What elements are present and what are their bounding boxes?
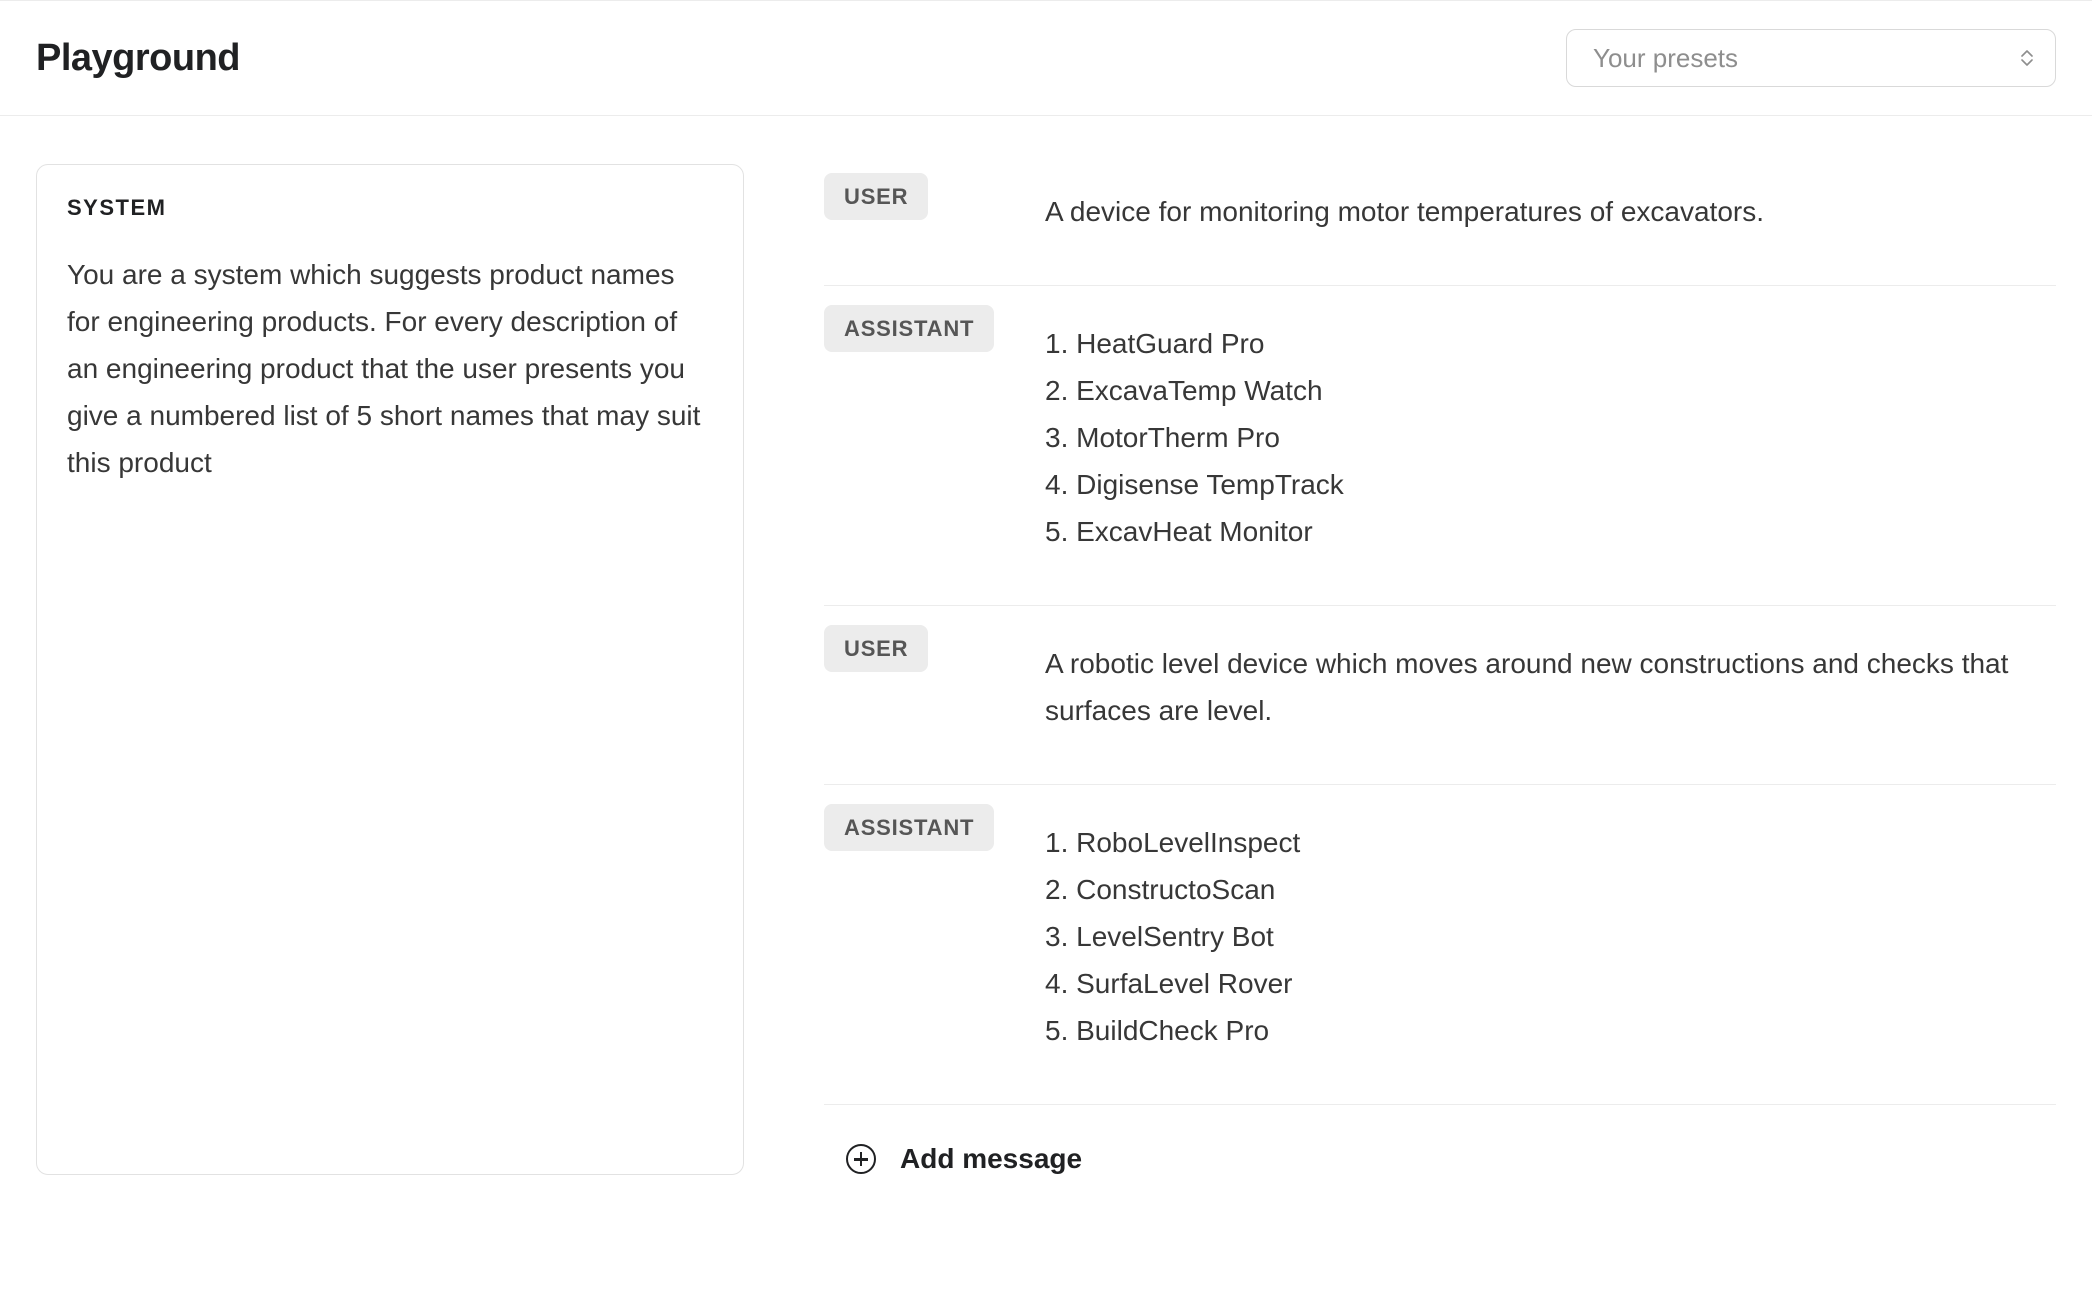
add-message-label: Add message [900, 1143, 1082, 1175]
message-content[interactable]: 1. RoboLevelInspect 2. ConstructoScan 3.… [1045, 815, 2056, 1054]
role-col: USER [824, 636, 999, 662]
plus-circle-icon [846, 1144, 876, 1174]
message-content[interactable]: A robotic level device which moves aroun… [1045, 636, 2056, 734]
system-label: SYSTEM [67, 195, 713, 221]
message-row-assistant[interactable]: ASSISTANT 1. HeatGuard Pro 2. ExcavaTemp… [824, 286, 2056, 606]
role-badge-user[interactable]: USER [824, 625, 928, 672]
add-message-button[interactable]: Add message [824, 1105, 2056, 1175]
message-content[interactable]: A device for monitoring motor temperatur… [1045, 184, 2056, 235]
header: Playground Your presets [0, 0, 2092, 116]
role-badge-assistant[interactable]: ASSISTANT [824, 804, 994, 851]
role-badge-assistant[interactable]: ASSISTANT [824, 305, 994, 352]
preset-select-placeholder: Your presets [1593, 43, 1738, 74]
content-area: SYSTEM You are a system which suggests p… [0, 116, 2092, 1175]
system-panel[interactable]: SYSTEM You are a system which suggests p… [36, 164, 744, 1175]
message-row-user[interactable]: USER A device for monitoring motor tempe… [824, 164, 2056, 286]
role-badge-user[interactable]: USER [824, 173, 928, 220]
message-content[interactable]: 1. HeatGuard Pro 2. ExcavaTemp Watch 3. … [1045, 316, 2056, 555]
system-text[interactable]: You are a system which suggests product … [67, 251, 713, 486]
message-row-user[interactable]: USER A robotic level device which moves … [824, 606, 2056, 785]
updown-chevron-icon [2021, 50, 2033, 66]
role-col: ASSISTANT [824, 316, 999, 342]
message-row-assistant[interactable]: ASSISTANT 1. RoboLevelInspect 2. Constru… [824, 785, 2056, 1105]
role-col: ASSISTANT [824, 815, 999, 841]
preset-select[interactable]: Your presets [1566, 29, 2056, 87]
page-title: Playground [36, 37, 240, 80]
role-col: USER [824, 184, 999, 210]
conversation: USER A device for monitoring motor tempe… [824, 164, 2056, 1175]
